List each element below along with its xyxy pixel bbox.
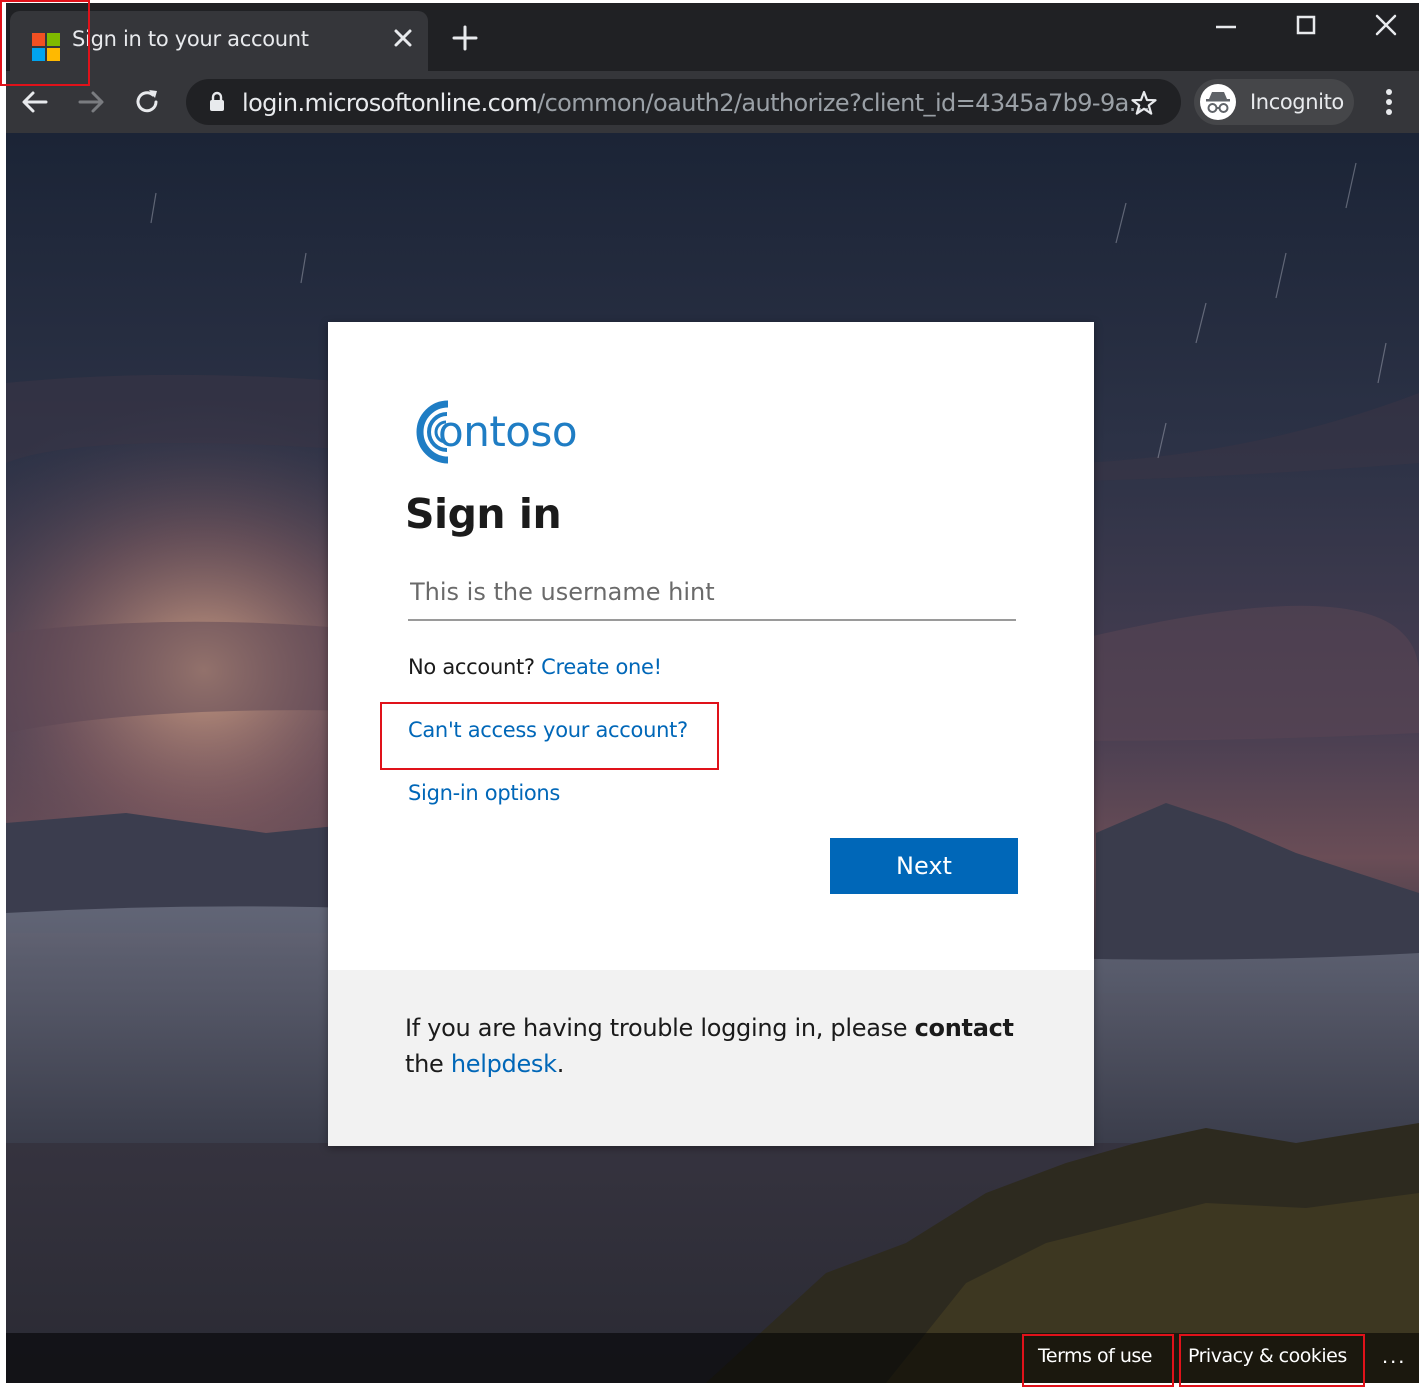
back-icon[interactable] xyxy=(18,85,52,119)
next-button[interactable]: Next xyxy=(830,838,1018,894)
url-host: login.microsoftonline.com xyxy=(242,89,538,117)
cant-access-account-link[interactable]: Can't access your account? xyxy=(408,718,688,742)
incognito-icon xyxy=(1200,84,1236,120)
new-tab-icon[interactable] xyxy=(450,23,480,53)
more-options-button[interactable]: ... xyxy=(1382,1343,1406,1369)
create-account-link[interactable]: Create one! xyxy=(541,655,662,679)
browser-window: Sign in to your account login.microsofto… xyxy=(6,3,1419,1383)
no-account-row: No account? Create one! xyxy=(408,655,662,679)
signin-card: ontoso Sign in No account? Create one! C… xyxy=(328,322,1094,1146)
url-path: /common/oauth2/authorize?client_id=4345a… xyxy=(537,89,1150,117)
page-content: ontoso Sign in No account? Create one! C… xyxy=(6,133,1419,1383)
forward-icon[interactable] xyxy=(74,85,108,119)
signin-options-link[interactable]: Sign-in options xyxy=(408,781,560,805)
help-text-middle: the xyxy=(405,1050,444,1078)
no-account-label: No account? xyxy=(408,655,535,679)
help-text: If you are having trouble logging in, pl… xyxy=(405,1010,1025,1082)
url-text[interactable]: login.microsoftonline.com/common/oauth2/… xyxy=(242,89,1150,117)
help-section: If you are having trouble logging in, pl… xyxy=(328,970,1094,1146)
address-bar[interactable]: login.microsoftonline.com/common/oauth2/… xyxy=(186,79,1181,125)
helpdesk-link[interactable]: helpdesk xyxy=(451,1050,557,1078)
minimize-icon[interactable] xyxy=(1206,9,1246,45)
username-input[interactable] xyxy=(408,565,1016,621)
incognito-label: Incognito xyxy=(1250,90,1344,114)
microsoft-logo-icon xyxy=(32,33,60,61)
close-window-icon[interactable] xyxy=(1366,9,1406,45)
page-footer: Terms of use Privacy & cookies ... xyxy=(6,1333,1419,1383)
tab-title: Sign in to your account xyxy=(72,27,309,51)
tab-sign-in[interactable]: Sign in to your account xyxy=(10,11,428,71)
close-tab-icon[interactable] xyxy=(388,23,418,53)
help-text-bold: contact xyxy=(914,1014,1014,1042)
reload-icon[interactable] xyxy=(130,85,164,119)
tab-strip: Sign in to your account xyxy=(6,3,1419,71)
browser-toolbar: login.microsoftonline.com/common/oauth2/… xyxy=(6,71,1419,133)
lock-icon[interactable] xyxy=(206,91,228,113)
help-text-before: If you are having trouble logging in, pl… xyxy=(405,1014,908,1042)
browser-menu-icon[interactable] xyxy=(1372,83,1406,121)
bookmark-star-icon[interactable] xyxy=(1130,89,1158,117)
help-text-after: . xyxy=(556,1050,565,1078)
contoso-logo-text: ontoso xyxy=(438,407,578,456)
page-title: Sign in xyxy=(405,490,562,538)
terms-of-use-link[interactable]: Terms of use xyxy=(1038,1345,1152,1367)
incognito-profile-button[interactable]: Incognito xyxy=(1194,79,1354,125)
privacy-cookies-link[interactable]: Privacy & cookies xyxy=(1188,1345,1347,1367)
maximize-icon[interactable] xyxy=(1286,9,1326,45)
